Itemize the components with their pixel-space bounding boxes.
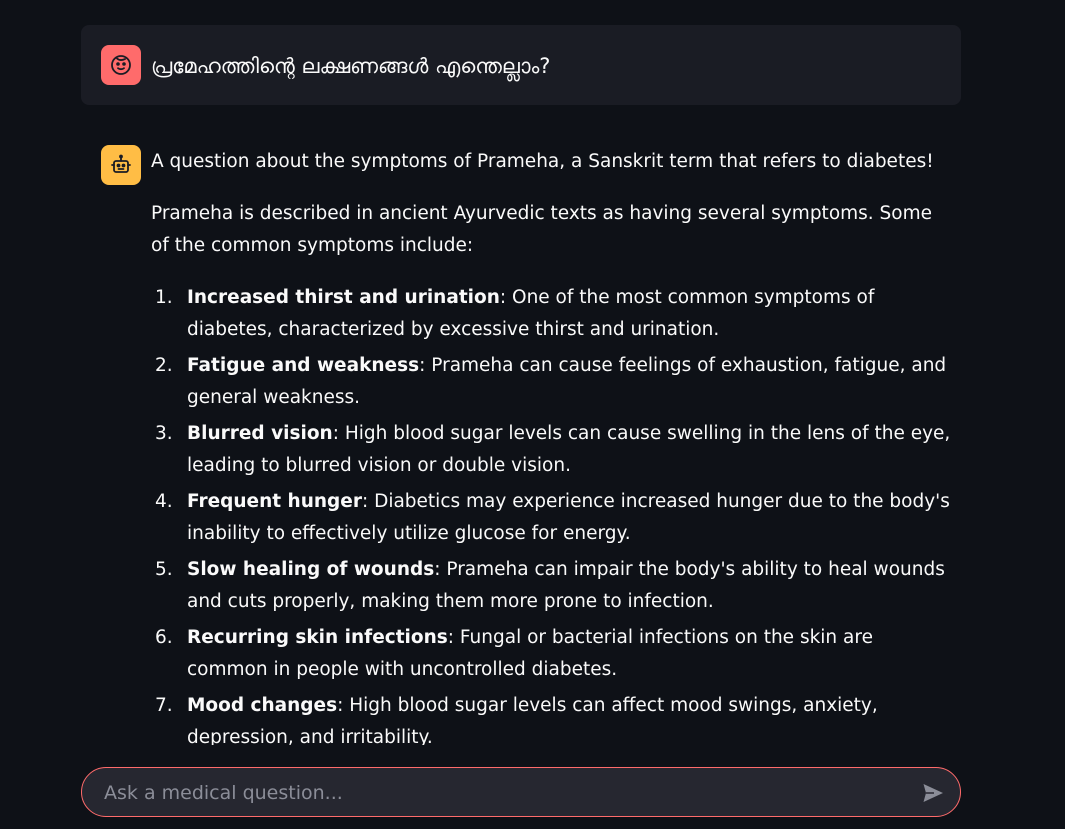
assistant-avatar: [101, 145, 141, 185]
list-item: 1. Increased thirst and urination: One of…: [155, 282, 951, 346]
user-face-icon: [111, 55, 131, 75]
list-item-number: 5.: [155, 559, 173, 580]
list-item: 3. Blurred vision: High blood sugar level…: [155, 418, 951, 482]
symptom-title: Fatigue and weakness: [187, 355, 420, 376]
symptom-title: Slow healing of wounds: [187, 559, 435, 580]
list-item-number: 6.: [155, 627, 173, 648]
symptom-title: Recurring skin infections: [187, 627, 448, 648]
user-message: പ്രമേഹത്തിന്റെ ലക്ഷണങ്ങൾ എന്തെല്ലാം?: [81, 25, 961, 105]
user-avatar: [101, 45, 141, 85]
symptom-title: Increased thirst and urination: [187, 287, 500, 308]
list-item: 4. Frequent hunger: Diabetics may experie…: [155, 486, 951, 550]
robot-icon: [111, 154, 131, 173]
chat-app: പ്രമേഹത്തിന്റെ ലക്ഷണങ്ങൾ എന്തെല്ലാം? A q…: [0, 0, 1065, 829]
symptom-list: 1. Increased thirst and urination: One of…: [151, 282, 951, 754]
send-button[interactable]: [920, 780, 946, 806]
list-item-number: 1.: [155, 287, 173, 308]
assistant-intro: A question about the symptoms of Prameha…: [151, 151, 934, 172]
user-message-text: പ്രമേഹത്തിന്റെ ലക്ഷണങ്ങൾ എന്തെല്ലാം?: [151, 54, 551, 78]
send-icon: [923, 784, 943, 802]
list-item-number: 4.: [155, 491, 173, 512]
symptom-title: Blurred vision: [187, 423, 333, 444]
list-item: 5. Slow healing of wounds: Prameha can im…: [155, 554, 951, 618]
chat-input-box[interactable]: [81, 767, 961, 818]
list-item: 2. Fatigue and weakness: Prameha can caus…: [155, 350, 951, 414]
symptom-title: Mood changes: [187, 695, 338, 716]
list-item-number: 2.: [155, 355, 173, 376]
assistant-paragraph: Prameha is described in ancient Ayurvedi…: [151, 203, 933, 256]
list-item-number: 7.: [155, 695, 173, 716]
symptom-title: Frequent hunger: [187, 491, 362, 512]
chat-input[interactable]: [102, 768, 906, 818]
list-item-number: 3.: [155, 423, 173, 444]
list-item: 6. Recurring skin infections: Fungal or b…: [155, 622, 951, 686]
assistant-message: A question about the symptoms of Prameha…: [151, 146, 951, 758]
